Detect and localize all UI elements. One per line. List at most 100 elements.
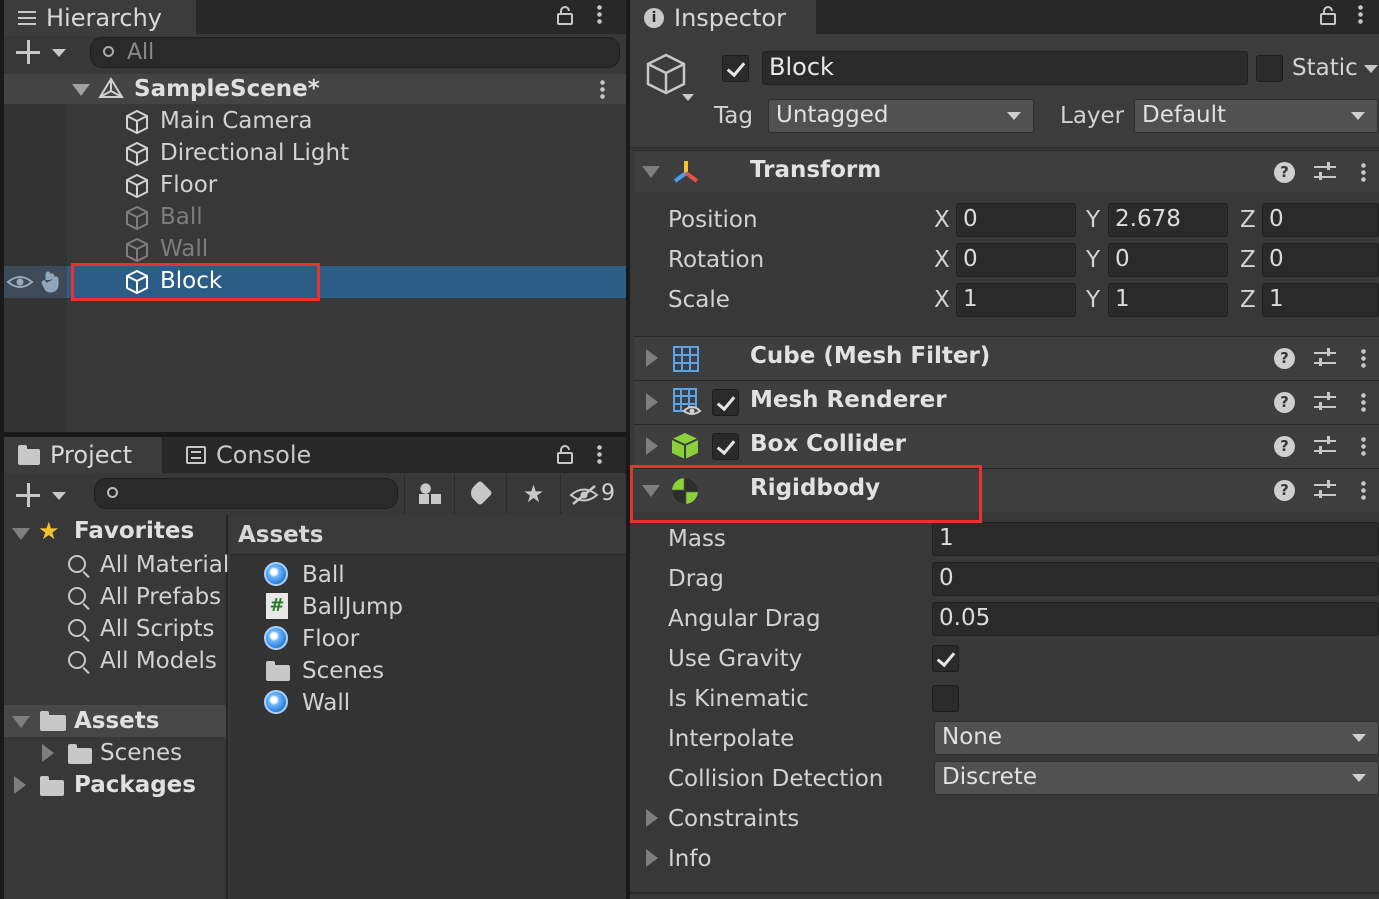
static-checkbox[interactable] — [1256, 55, 1283, 82]
collision-detection-dropdown[interactable]: Discrete — [934, 761, 1379, 795]
favorites-label[interactable]: Favorites — [74, 516, 194, 546]
scene-menu-icon[interactable] — [600, 79, 605, 100]
drag-input[interactable]: 0 — [932, 562, 1379, 596]
add-button[interactable] — [16, 40, 70, 66]
is-kinematic-checkbox[interactable] — [932, 685, 959, 712]
axis-x-label[interactable]: X — [934, 245, 950, 275]
use-gravity-checkbox[interactable] — [932, 645, 959, 672]
pickable-hand-icon[interactable] — [40, 270, 64, 294]
axis-z-label[interactable]: Z — [1240, 205, 1256, 235]
mesh-renderer-expand-icon[interactable] — [646, 393, 658, 411]
transform-z-input[interactable]: 0 — [1262, 243, 1379, 277]
presets-icon[interactable] — [1314, 392, 1336, 412]
transform-x-input[interactable]: 0 — [956, 203, 1076, 237]
lock-icon[interactable] — [1320, 5, 1336, 25]
scenes-expand-icon[interactable] — [42, 744, 54, 762]
favorites-button[interactable]: ★ — [506, 474, 560, 514]
tab-inspector[interactable]: i Inspector — [630, 0, 816, 36]
favorites-item[interactable]: All Models — [66, 645, 226, 677]
asset-item[interactable]: # BallJump — [264, 591, 614, 623]
object-name-input[interactable]: Block — [762, 51, 1248, 85]
tree-packages-row[interactable]: Packages — [4, 769, 226, 801]
box-collider-enabled-checkbox[interactable] — [712, 433, 739, 460]
box-collider-menu-icon[interactable] — [1361, 436, 1366, 457]
axis-y-label[interactable]: Y — [1086, 245, 1100, 275]
transform-y-input[interactable]: 1 — [1108, 283, 1228, 317]
transform-y-input[interactable]: 0 — [1108, 243, 1228, 277]
axis-x-label[interactable]: X — [934, 205, 950, 235]
packages-expand-icon[interactable] — [14, 776, 26, 794]
box-collider-expand-icon[interactable] — [646, 437, 658, 455]
axis-y-label[interactable]: Y — [1086, 285, 1100, 315]
info-expand-icon[interactable] — [646, 849, 658, 867]
project-add-button[interactable] — [16, 483, 70, 509]
presets-icon[interactable] — [1314, 348, 1336, 368]
lock-icon[interactable] — [557, 444, 573, 464]
transform-z-input[interactable]: 1 — [1262, 283, 1379, 317]
scene-row[interactable]: SampleScene* — [4, 74, 626, 104]
tag-dropdown[interactable]: Untagged — [768, 99, 1034, 133]
hierarchy-menu-icon[interactable] — [597, 4, 602, 25]
info-foldout[interactable]: Info — [640, 842, 940, 874]
hierarchy-item[interactable]: Main Camera — [122, 106, 622, 138]
mesh-renderer-header[interactable]: Mesh Renderer ? — [634, 380, 1379, 424]
interpolate-dropdown[interactable]: None — [934, 721, 1379, 755]
project-search-input[interactable] — [94, 478, 398, 509]
hierarchy-item[interactable]: Directional Light — [122, 138, 622, 170]
mesh-filter-expand-icon[interactable] — [646, 349, 658, 367]
mesh-renderer-enabled-checkbox[interactable] — [712, 389, 739, 416]
search-by-type-button[interactable] — [404, 474, 454, 514]
asset-item[interactable]: Ball — [264, 559, 614, 591]
axis-z-label[interactable]: Z — [1240, 285, 1256, 315]
axis-z-label[interactable]: Z — [1240, 245, 1256, 275]
help-icon[interactable]: ? — [1274, 480, 1295, 501]
tree-scenes-row[interactable]: Scenes — [4, 737, 226, 769]
active-checkbox[interactable] — [722, 55, 749, 82]
axis-y-label[interactable]: Y — [1086, 205, 1100, 235]
transform-collapse-icon[interactable] — [642, 166, 660, 178]
transform-x-input[interactable]: 0 — [956, 243, 1076, 277]
transform-header[interactable]: Transform ? — [634, 150, 1379, 192]
chevron-down-icon[interactable] — [682, 94, 694, 101]
static-dropdown-icon[interactable] — [1364, 65, 1378, 73]
lock-icon[interactable] — [557, 5, 573, 25]
search-by-label-button[interactable] — [454, 474, 506, 514]
help-icon[interactable]: ? — [1274, 392, 1295, 413]
layer-dropdown[interactable]: Default — [1134, 99, 1378, 133]
asset-item[interactable]: Scenes — [264, 655, 614, 687]
constraints-expand-icon[interactable] — [646, 809, 658, 827]
presets-icon[interactable] — [1314, 436, 1336, 456]
transform-y-input[interactable]: 2.678 — [1108, 203, 1228, 237]
hierarchy-search-input[interactable]: All — [90, 37, 620, 68]
transform-menu-icon[interactable] — [1361, 162, 1366, 183]
box-collider-header[interactable]: Box Collider ? — [634, 424, 1379, 468]
expand-icon[interactable] — [72, 84, 90, 96]
hierarchy-item[interactable]: Wall — [122, 234, 622, 266]
mesh-renderer-menu-icon[interactable] — [1361, 392, 1366, 413]
mass-input[interactable]: 1 — [932, 522, 1379, 556]
mesh-filter-header[interactable]: Cube (Mesh Filter) ? — [634, 336, 1379, 380]
hidden-packages-button[interactable]: 9 — [560, 474, 626, 514]
help-icon[interactable]: ? — [1274, 436, 1295, 457]
asset-item[interactable]: Wall — [264, 687, 614, 719]
angular-drag-input[interactable]: 0.05 — [932, 602, 1379, 636]
favorites-expand-icon[interactable] — [12, 528, 30, 540]
transform-x-input[interactable]: 1 — [956, 283, 1076, 317]
axis-x-label[interactable]: X — [934, 285, 950, 315]
assets-expand-icon[interactable] — [12, 716, 30, 728]
presets-icon[interactable] — [1314, 480, 1336, 500]
favorites-item[interactable]: All Material — [66, 549, 229, 581]
asset-item[interactable]: Floor — [264, 623, 614, 655]
tab-console[interactable]: Console — [172, 437, 332, 473]
hierarchy-item[interactable]: Floor — [122, 170, 622, 202]
inspector-menu-icon[interactable] — [1358, 4, 1363, 25]
visibility-eye-icon[interactable] — [6, 272, 34, 292]
gameobject-cube-icon[interactable] — [644, 52, 688, 96]
static-label[interactable]: Static — [1292, 53, 1358, 83]
tree-assets-row[interactable]: Assets — [4, 705, 226, 737]
hierarchy-item[interactable]: Ball — [122, 202, 622, 234]
favorites-item[interactable]: All Prefabs — [66, 581, 226, 613]
transform-z-input[interactable]: 0 — [1262, 203, 1379, 237]
mesh-filter-menu-icon[interactable] — [1361, 348, 1366, 369]
tab-hierarchy[interactable]: Hierarchy — [4, 0, 196, 36]
